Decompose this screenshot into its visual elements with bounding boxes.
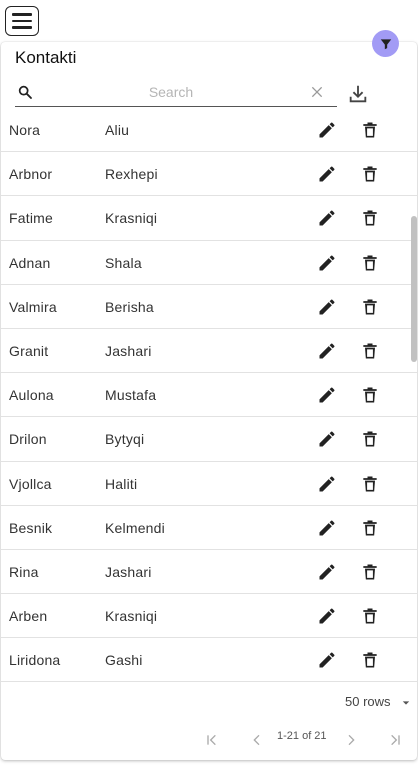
first-name-cell: Vjollca (9, 475, 52, 492)
delete-icon[interactable] (360, 208, 380, 228)
table-row[interactable]: Besnik Kelmendi (1, 506, 417, 550)
search-icon (18, 85, 32, 99)
last-name-cell: Mustafa (105, 387, 157, 404)
first-name-cell: Adnan (9, 254, 51, 271)
clear-search-icon[interactable] (309, 84, 325, 100)
delete-icon[interactable] (360, 474, 380, 494)
last-name-cell: Kelmendi (105, 519, 165, 536)
edit-icon[interactable] (317, 385, 337, 405)
contacts-card: Kontakti Nora Aliu Arbnor Rexhepi Fatime Kras… (1, 42, 417, 760)
edit-icon[interactable] (317, 474, 337, 494)
last-name-cell: Jashari (105, 563, 152, 580)
scrollbar-thumb[interactable] (411, 216, 417, 362)
rows-per-page-select[interactable]: 50 rows (345, 694, 391, 709)
search-bar (15, 79, 337, 107)
table-row[interactable]: Vjollca Haliti (1, 462, 417, 506)
search-input[interactable] (41, 81, 301, 103)
delete-icon[interactable] (360, 297, 380, 317)
page-range: 1-21 of 21 (277, 730, 327, 742)
first-name-cell: Nora (9, 122, 41, 138)
previous-page-icon[interactable] (249, 732, 265, 748)
first-page-icon[interactable] (204, 732, 220, 748)
edit-icon[interactable] (317, 562, 337, 582)
delete-icon[interactable] (360, 429, 380, 449)
first-name-cell: Arbnor (9, 166, 53, 183)
last-name-cell: Jashari (105, 342, 152, 359)
delete-icon[interactable] (360, 606, 380, 626)
edit-icon[interactable] (317, 429, 337, 449)
delete-icon[interactable] (360, 253, 380, 273)
delete-icon[interactable] (360, 562, 380, 582)
table-row[interactable]: Drilon Bytyqi (1, 417, 417, 462)
first-name-cell: Drilon (9, 431, 47, 448)
table-row[interactable]: Aulona Mustafa (1, 373, 417, 418)
delete-icon[interactable] (360, 650, 380, 670)
filter-icon (380, 38, 391, 49)
table-row[interactable]: Adnan Shala (1, 241, 417, 285)
pagination: 1-21 of 21 (1, 728, 417, 752)
first-name-cell: Arben (9, 608, 48, 625)
chevron-down-icon[interactable] (402, 699, 410, 707)
edit-icon[interactable] (317, 650, 337, 670)
edit-icon[interactable] (317, 341, 337, 361)
edit-icon[interactable] (317, 208, 337, 228)
first-name-cell: Rina (9, 563, 39, 580)
edit-icon[interactable] (317, 518, 337, 538)
download-icon[interactable] (347, 83, 369, 105)
table-row[interactable]: Nora Aliu (1, 108, 417, 153)
last-name-cell: Rexhepi (105, 166, 158, 183)
table-row[interactable]: Valmira Berisha (1, 285, 417, 329)
first-name-cell: Valmira (9, 298, 57, 315)
page-title: Kontakti (15, 48, 77, 67)
edit-icon[interactable] (317, 297, 337, 317)
first-name-cell: Liridona (9, 652, 61, 669)
first-name-cell: Fatime (9, 210, 53, 227)
table-row[interactable]: Granit Jashari (1, 329, 417, 374)
contacts-table: Nora Aliu Arbnor Rexhepi Fatime Krasniqi Adnan… (1, 108, 417, 684)
last-name-cell: Berisha (105, 298, 154, 315)
first-name-cell: Aulona (9, 387, 54, 404)
scrollbar[interactable] (409, 118, 417, 678)
menu-button[interactable] (5, 6, 39, 36)
delete-icon[interactable] (360, 385, 380, 405)
first-name-cell: Granit (9, 342, 49, 359)
last-page-icon[interactable] (387, 732, 403, 748)
last-name-cell: Haliti (105, 475, 138, 492)
delete-icon[interactable] (360, 120, 380, 140)
edit-icon[interactable] (317, 606, 337, 626)
menu-icon-bar (12, 26, 32, 29)
menu-icon-bar (12, 19, 32, 23)
table-row[interactable]: Rina Jashari (1, 550, 417, 595)
delete-icon[interactable] (360, 518, 380, 538)
last-name-cell: Shala (105, 254, 142, 271)
delete-icon[interactable] (360, 341, 380, 361)
first-name-cell: Besnik (9, 519, 53, 536)
edit-icon[interactable] (317, 120, 337, 140)
table-row[interactable]: Fatime Krasniqi (1, 196, 417, 241)
next-page-icon[interactable] (343, 732, 359, 748)
last-name-cell: Gashi (105, 652, 143, 669)
table-row[interactable]: Arben Krasniqi (1, 594, 417, 639)
edit-icon[interactable] (317, 164, 337, 184)
menu-icon-bar (12, 13, 32, 16)
filter-button[interactable] (372, 30, 399, 57)
last-name-cell: Krasniqi (105, 608, 158, 625)
last-name-cell: Aliu (105, 122, 130, 138)
delete-icon[interactable] (360, 164, 380, 184)
edit-icon[interactable] (317, 253, 337, 273)
table-row[interactable]: Liridona Gashi (1, 638, 417, 683)
last-name-cell: Bytyqi (105, 431, 145, 448)
last-name-cell: Krasniqi (105, 210, 158, 227)
table-row[interactable]: Arbnor Rexhepi (1, 152, 417, 197)
